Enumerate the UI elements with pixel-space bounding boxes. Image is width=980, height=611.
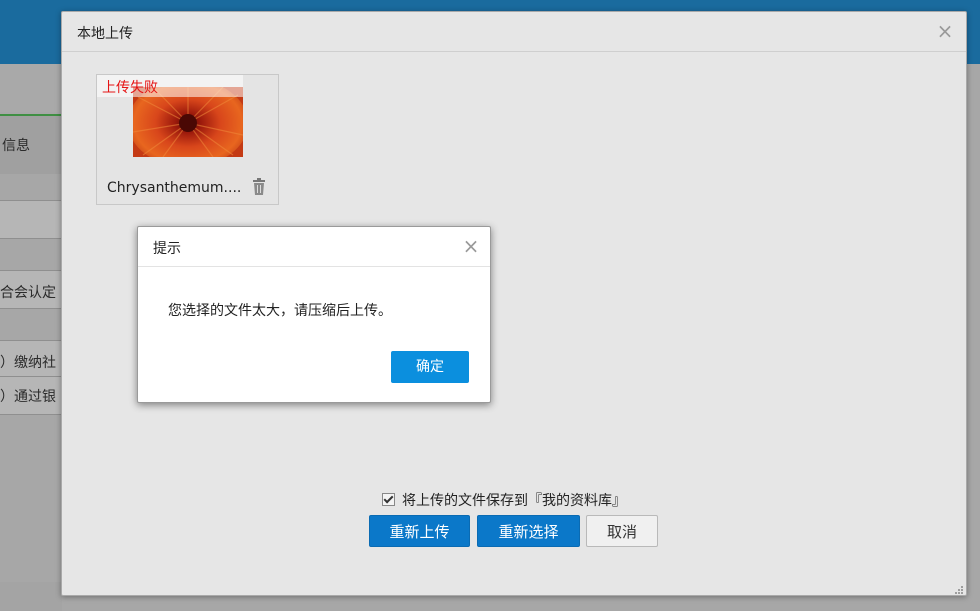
bg-input-1 <box>0 200 62 239</box>
file-item-card: 上传失败 Chrysanthemum.... <box>96 74 279 205</box>
reselect-button[interactable]: 重新选择 <box>477 515 580 547</box>
upload-status-text: 上传失败 <box>102 80 158 96</box>
bg-bottom <box>0 582 62 611</box>
alert-header: 提示 × <box>138 227 490 267</box>
resize-grip-icon[interactable] <box>954 583 964 594</box>
close-icon[interactable]: × <box>934 20 956 42</box>
save-to-library-checkbox[interactable] <box>382 493 395 506</box>
bg-tab-strip <box>0 64 62 112</box>
chrysanthemum-image <box>133 87 243 157</box>
alert-dialog: 提示 × 您选择的文件太大，请压缩后上传。 确定 <box>137 226 491 403</box>
bg-label-assoc: 合会认定 <box>0 285 56 301</box>
cancel-button[interactable]: 取消 <box>586 515 658 547</box>
bg-label-info: 信息 <box>2 138 30 154</box>
file-name: Chrysanthemum.... <box>107 180 242 196</box>
bg-label-bank: ）通过银 <box>0 389 56 405</box>
reupload-button[interactable]: 重新上传 <box>369 515 470 547</box>
file-thumbnail <box>133 87 243 157</box>
save-to-library-option[interactable]: 将上传的文件保存到『我的资料库』 <box>382 490 626 510</box>
alert-title: 提示 <box>153 241 181 257</box>
alert-message: 您选择的文件太大，请压缩后上传。 <box>168 303 392 319</box>
bg-label-pay: ）缴纳社 <box>0 355 56 371</box>
dialog-header: 本地上传 × <box>62 12 966 52</box>
dialog-title: 本地上传 <box>77 26 133 42</box>
upload-failed-overlay: 上传失败 <box>97 75 243 97</box>
delete-icon[interactable] <box>251 178 267 196</box>
close-icon[interactable]: × <box>460 235 482 257</box>
save-to-library-label: 将上传的文件保存到『我的资料库』 <box>402 493 626 509</box>
confirm-button[interactable]: 确定 <box>391 351 469 383</box>
